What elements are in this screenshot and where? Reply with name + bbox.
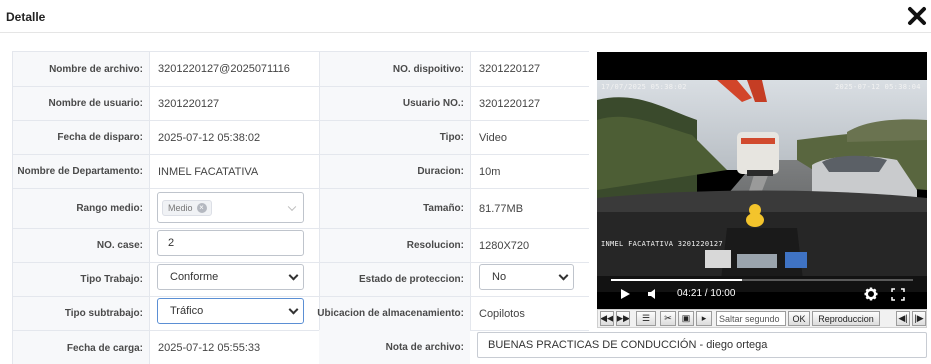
value-departamento: INMEL FACATATIVA: [149, 155, 319, 188]
chevron-down-icon: [558, 270, 569, 281]
chevron-down-icon: [288, 270, 299, 281]
list-icon[interactable]: ☰: [636, 311, 656, 326]
label-ubicacion: Ubicacion de almacenamiento:: [317, 297, 470, 330]
seek-seconds-input[interactable]: Saltar segundo: [716, 311, 786, 326]
estado-proteccion-value: No: [492, 271, 507, 283]
rewind-icon[interactable]: ◀◀: [600, 311, 614, 326]
video-frame: [597, 80, 927, 292]
skip-end-icon[interactable]: |▶: [912, 311, 926, 326]
video-controls: 04:21 / 10:00: [597, 273, 927, 309]
dialog-header: Detalle: [0, 0, 931, 33]
rango-medio-tag: Medio ×: [162, 199, 212, 216]
osd-top-left: 17/07/2025 05:38:02: [601, 83, 687, 91]
tag-remove-icon[interactable]: ×: [196, 202, 207, 213]
progress-bar[interactable]: [611, 279, 913, 281]
label-tamano: Tamaño:: [319, 189, 470, 228]
settings-icon[interactable]: [864, 287, 878, 301]
label-rango-medio: Rango medio:: [12, 189, 149, 228]
value-nombre-archivo: 3201220127@2025071116: [149, 52, 319, 86]
step-icon[interactable]: ▸: [696, 311, 712, 326]
progress-fill: [611, 279, 743, 281]
ok-button[interactable]: OK: [788, 311, 810, 326]
fullscreen-icon[interactable]: [891, 288, 905, 301]
label-tipo-subtrabajo: Tipo subtrabajo:: [12, 297, 149, 330]
form-row: Fecha de disparo: 2025-07-12 05:38:02 Ti…: [12, 121, 589, 155]
frame-icon[interactable]: ▣: [678, 311, 694, 326]
label-fecha-disparo: Fecha de disparo:: [12, 121, 149, 154]
value-usuario-no: 3201220127: [470, 87, 589, 120]
label-tipo: Tipo:: [319, 121, 470, 154]
playback-button[interactable]: Reproduccion: [812, 311, 880, 326]
fast-forward-icon[interactable]: ▶▶: [616, 311, 630, 326]
label-nombre-archivo: Nombre de archivo:: [12, 52, 149, 86]
label-no-dispositivo: NO. dispoitivo:: [319, 52, 470, 86]
chevron-down-icon: [287, 202, 297, 211]
tipo-trabajo-value: Conforme: [170, 271, 219, 283]
no-case-input[interactable]: 2: [157, 230, 304, 256]
tipo-trabajo-select[interactable]: Conforme: [157, 264, 304, 290]
form-row: Nombre de Departamento: INMEL FACATATIVA…: [12, 155, 589, 189]
value-duracion: 10m: [470, 155, 589, 188]
estado-proteccion-select[interactable]: No: [479, 264, 574, 290]
value-ubicacion: Copilotos: [470, 297, 589, 330]
value-fecha-disparo: 2025-07-12 05:38:02: [149, 121, 319, 154]
nota-archivo-input[interactable]: BUENAS PRACTICAS DE CONDUCCIÓN - diego o…: [477, 332, 927, 358]
value-resolucion: 1280X720: [470, 229, 589, 262]
label-nota-archivo: Nota de archivo:: [319, 330, 470, 364]
rango-medio-select[interactable]: Medio ×: [157, 192, 304, 223]
osd-top-right: 2025-07-12 05:38:04: [835, 83, 921, 91]
label-no-case: NO. case:: [12, 229, 149, 262]
label-duracion: Duracion:: [319, 155, 470, 188]
form-row: Nombre de usuario: 3201220127 Usuario NO…: [12, 87, 589, 121]
form-row: Nombre de archivo: 3201220127@2025071116…: [12, 52, 589, 87]
scissors-icon[interactable]: ✂: [660, 311, 676, 326]
player-toolbar: ◀◀ ▶▶ ☰ ✂ ▣ ▸ Saltar segundo OK Reproduc…: [597, 309, 927, 328]
video-player[interactable]: 17/07/2025 05:38:02 2025-07-12 05:38:04 …: [597, 52, 927, 309]
label-fecha-carga: Fecha de carga:: [12, 331, 149, 364]
value-tipo: Video: [470, 121, 589, 154]
label-estado-proteccion: Estado de proteccion:: [319, 263, 470, 296]
value-tamano: 81.77MB: [470, 189, 589, 228]
label-tipo-trabajo: Tipo Trabajo:: [12, 263, 149, 296]
play-icon[interactable]: [619, 288, 631, 300]
close-icon[interactable]: [906, 5, 928, 27]
volume-icon[interactable]: [647, 288, 659, 300]
tag-label: Medio: [168, 202, 193, 213]
value-no-dispositivo: 3201220127: [470, 52, 589, 86]
label-departamento: Nombre de Departamento:: [12, 155, 149, 188]
time-display: 04:21 / 10:00: [677, 288, 736, 299]
label-nombre-usuario: Nombre de usuario:: [12, 87, 149, 120]
dialog-title: Detalle: [6, 10, 46, 24]
skip-start-icon[interactable]: ◀|: [896, 311, 910, 326]
value-fecha-carga: 2025-07-12 05:55:33: [149, 331, 319, 364]
osd-bottom-left: INMEL FACATATIVA 3201220127: [601, 240, 723, 248]
value-nombre-usuario: 3201220127: [149, 87, 319, 120]
label-resolucion: Resolucion:: [319, 229, 470, 262]
tipo-subtrabajo-value: Tráfico: [170, 305, 204, 317]
tipo-subtrabajo-select[interactable]: Tráfico: [157, 298, 304, 324]
label-usuario-no: Usuario NO.:: [319, 87, 470, 120]
chevron-down-icon: [288, 304, 299, 315]
